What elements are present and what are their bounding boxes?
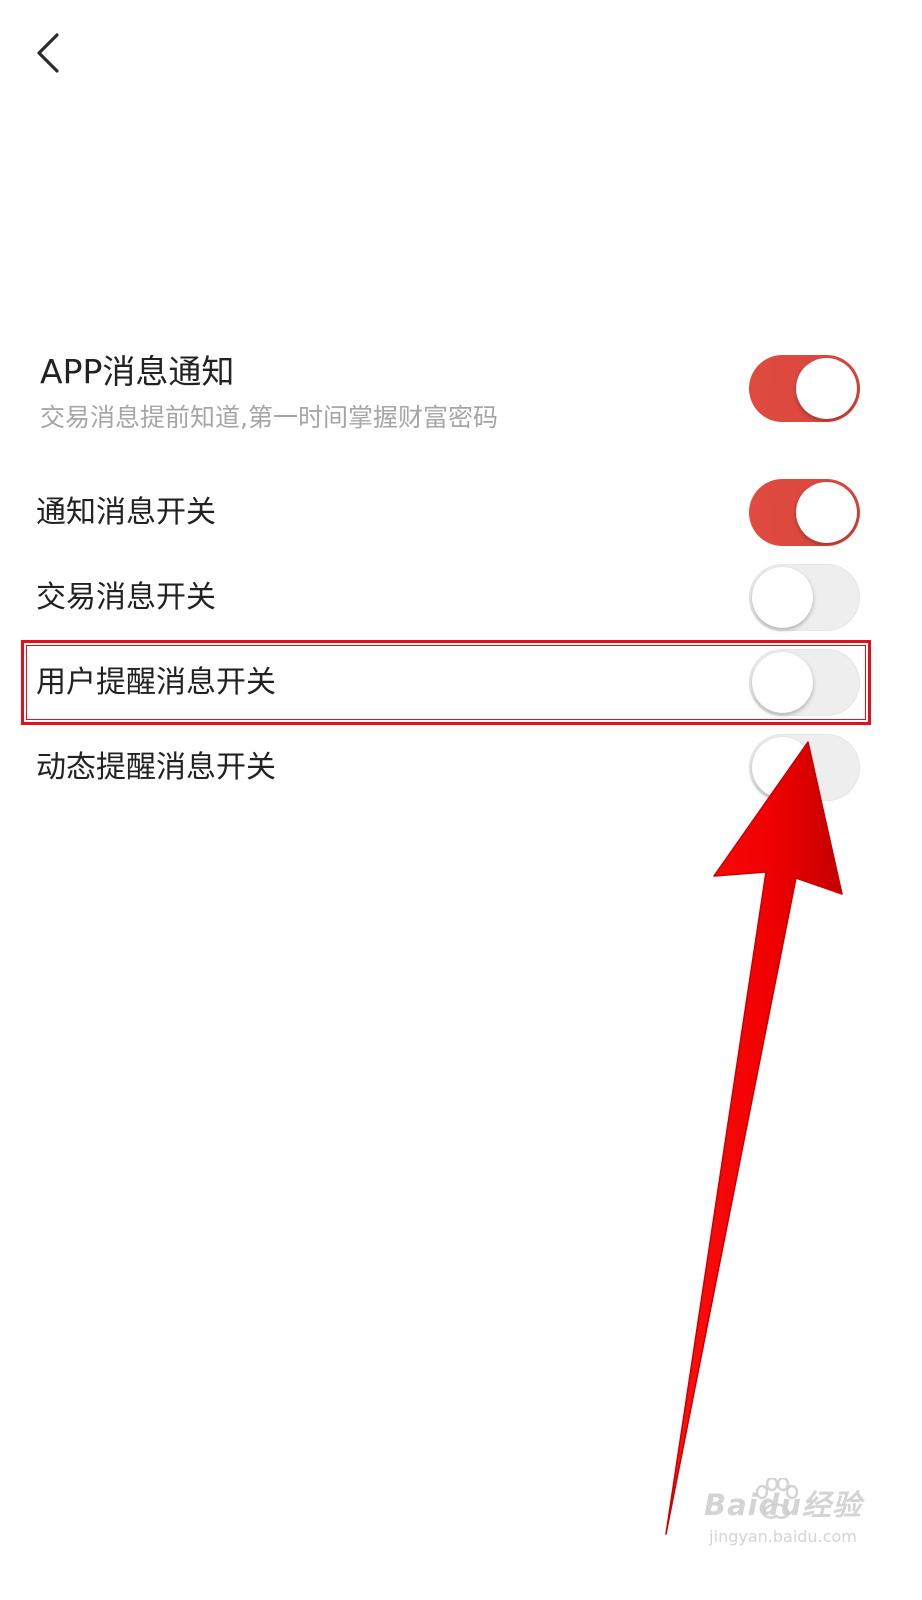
trade-message-toggle[interactable] — [749, 564, 860, 631]
notification-message-toggle[interactable] — [749, 479, 860, 546]
notification-message-switch-label: 通知消息开关 — [36, 495, 216, 530]
app-notification-toggle[interactable] — [749, 355, 860, 422]
trade-message-switch-label: 交易消息开关 — [36, 580, 216, 615]
watermark-url: jingyan.baidu.com — [709, 1527, 857, 1546]
highlight-box — [21, 640, 871, 725]
toggle-knob — [796, 358, 857, 419]
chevron-left-icon — [37, 33, 59, 73]
baidu-jingyan-watermark: Baidu经验 jingyan.baidu.com — [698, 1478, 868, 1554]
toggle-knob — [752, 567, 813, 628]
toggle-knob — [752, 737, 813, 798]
back-button[interactable] — [22, 24, 74, 82]
toggle-knob — [796, 482, 857, 543]
app-notification-subtitle: 交易消息提前知道,第一时间掌握财富密码 — [40, 403, 498, 432]
app-notification-title: APP消息通知 — [40, 352, 235, 391]
watermark-brand: Baidu经验 — [703, 1488, 863, 1522]
dynamic-reminder-toggle[interactable] — [749, 734, 860, 801]
dynamic-reminder-switch-label: 动态提醒消息开关 — [36, 750, 276, 785]
